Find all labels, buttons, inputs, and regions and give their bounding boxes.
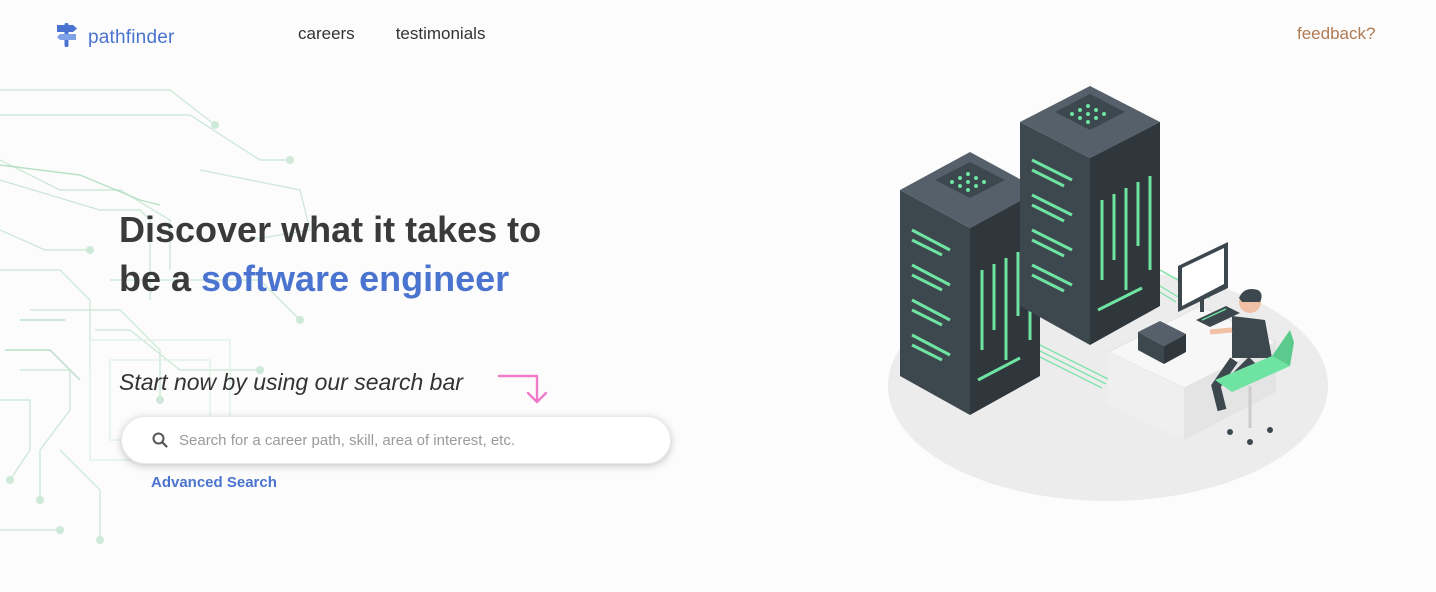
search-bar[interactable] — [121, 416, 671, 464]
hero-title-line2-prefix: be a — [119, 258, 202, 299]
advanced-search-link[interactable]: Advanced Search — [151, 474, 277, 491]
top-navigation: pathfinder careers testimonials feedback… — [0, 0, 1436, 68]
hero-subline: Start now by using our search bar — [119, 369, 463, 395]
logo[interactable]: pathfinder — [56, 21, 175, 54]
left-server-tower — [900, 152, 1040, 415]
right-server-tower — [1020, 86, 1160, 345]
search-input[interactable] — [177, 430, 651, 450]
logo-text: pathfinder — [88, 26, 175, 48]
server-rack-illustration — [888, 86, 1328, 501]
nav-link-testimonials[interactable]: testimonials — [396, 24, 486, 44]
hero-title: Discover what it takes to be a software … — [119, 205, 541, 303]
hero-title-accent: software engineer — [201, 258, 510, 299]
nav-link-careers[interactable]: careers — [298, 24, 355, 44]
search-icon — [152, 432, 168, 448]
circuit-background-graphic — [0, 89, 311, 544]
signpost-icon — [56, 21, 78, 54]
arrow-down-right-icon — [497, 374, 548, 404]
feedback-link[interactable]: feedback? — [1297, 24, 1375, 44]
hero-title-line1: Discover what it takes to — [119, 209, 542, 250]
main-nav: careers testimonials — [298, 24, 485, 44]
